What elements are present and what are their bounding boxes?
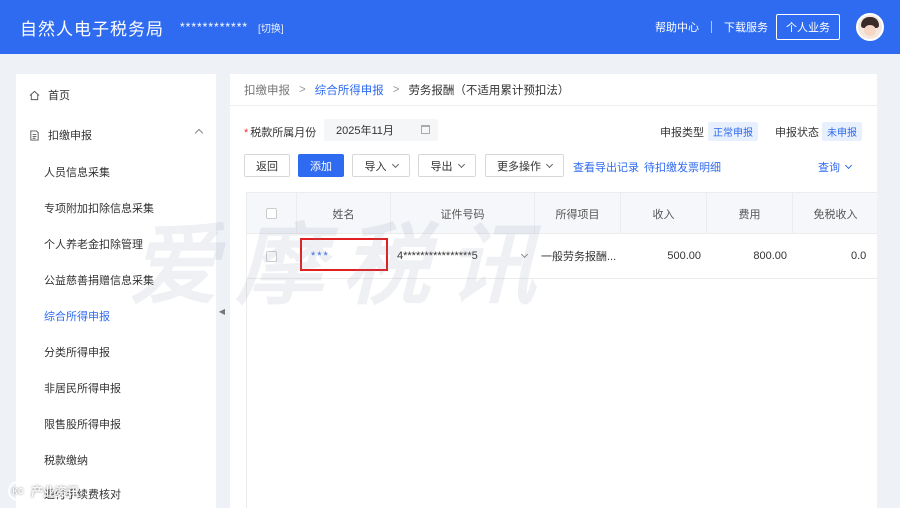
sidebar-group-label: 扣缴申报 <box>48 130 92 142</box>
logo-caption: 产业资讯 <box>31 484 80 499</box>
home-icon <box>29 90 40 100</box>
add-button[interactable]: 添加 <box>298 154 344 177</box>
chevron-down-icon <box>391 160 399 168</box>
header-actions: 帮助中心 下载服务 个人业务 <box>655 13 884 41</box>
breadcrumb-root[interactable]: 扣缴申报 <box>244 82 290 98</box>
sidebar-group-withholding[interactable]: 扣缴申报 <box>16 125 216 145</box>
tax-free-cell: 0.0 <box>851 250 867 262</box>
import-dropdown[interactable]: 导入 <box>352 154 410 177</box>
column-header-expense[interactable]: 费用 <box>707 193 793 234</box>
top-header: 自然人电子税务局 ************ [切换] 帮助中心 下载服务 个人业… <box>0 0 900 54</box>
sidebar-item-label: 限售股所得申报 <box>44 419 121 431</box>
sidebar-item-label: 个人养老金扣除管理 <box>44 239 143 251</box>
sidebar-item-label: 首页 <box>48 90 70 102</box>
breadcrumb-separator: > <box>392 84 400 96</box>
column-header-income[interactable]: 收入 <box>621 193 707 234</box>
sidebar-item-home[interactable]: 首页 <box>16 85 216 105</box>
tax-month-label: * 税款所属月份 <box>244 127 317 139</box>
pending-invoice-link[interactable]: 待扣缴发票明细 <box>644 159 721 175</box>
corner-logo-watermark: KC 产业资讯 <box>8 481 79 501</box>
sidebar-item-label: 非居民所得申报 <box>44 383 121 395</box>
export-records-link[interactable]: 查看导出记录 <box>573 159 639 175</box>
document-icon <box>30 129 39 141</box>
user-avatar[interactable] <box>856 13 884 41</box>
tax-month-picker[interactable]: 2025年11月 <box>324 119 438 141</box>
chevron-down-icon <box>457 160 465 168</box>
chevron-down-icon <box>545 160 554 168</box>
breadcrumb-separator: > <box>299 84 306 96</box>
query-toggle[interactable]: 查询 <box>818 159 853 175</box>
logo-icon: KC <box>8 481 28 501</box>
calendar-icon <box>421 125 430 134</box>
expense-cell: 800.00 <box>753 250 787 262</box>
sidebar-item-label: 综合所得申报 <box>44 311 110 323</box>
declare-status-label: 申报状态 <box>775 127 819 139</box>
breadcrumb: 扣缴申报 > 综合所得申报 > 劳务报酬（不适用累计预扣法） <box>244 82 569 98</box>
declare-type-badge: 正常申报 <box>708 122 758 141</box>
chevron-up-icon <box>194 128 204 138</box>
help-center-link[interactable]: 帮助中心 <box>655 19 699 35</box>
declare-status-badge: 未申报 <box>822 122 862 141</box>
breadcrumb-current: 劳务报酬（不适用累计预扣法） <box>408 85 570 97</box>
sidebar-item-tax-payment[interactable]: 税款缴纳 <box>16 450 216 470</box>
sidebar-item-restricted-shares[interactable]: 限售股所得申报 <box>16 414 216 434</box>
sidebar-item-personnel-info[interactable]: 人员信息采集 <box>16 162 216 182</box>
taxpayer-name-masked: ************ <box>180 20 249 34</box>
breadcrumb-parent[interactable]: 综合所得申报 <box>315 82 384 98</box>
sidebar-item-nonresident-income[interactable]: 非居民所得申报 <box>16 378 216 398</box>
header-divider <box>711 21 712 33</box>
sidebar-item-label: 分类所得申报 <box>44 347 110 359</box>
breadcrumb-divider <box>230 105 877 106</box>
chevron-down-icon <box>844 161 853 170</box>
sidebar-item-label: 税款缴纳 <box>44 455 88 467</box>
download-service-link[interactable]: 下载服务 <box>724 19 768 35</box>
app-title: 自然人电子税务局 <box>20 19 164 39</box>
back-button[interactable]: 返回 <box>244 154 290 177</box>
column-header-tax-free[interactable]: 免税收入 <box>793 193 877 234</box>
personal-business-button[interactable]: 个人业务 <box>776 14 840 40</box>
tax-month-value: 2025年11月 <box>336 125 394 137</box>
watermark-text: 爱摩税讯 <box>130 216 555 315</box>
declare-type-label: 申报类型 <box>660 127 704 139</box>
more-actions-dropdown[interactable]: 更多操作 <box>485 154 564 177</box>
switch-identity-link[interactable]: [切换] <box>258 20 284 35</box>
income-cell: 500.00 <box>667 250 701 262</box>
export-dropdown[interactable]: 导出 <box>418 154 476 177</box>
sidebar-item-label: 人员信息采集 <box>44 167 110 179</box>
sidebar-item-classified-income[interactable]: 分类所得申报 <box>16 342 216 362</box>
